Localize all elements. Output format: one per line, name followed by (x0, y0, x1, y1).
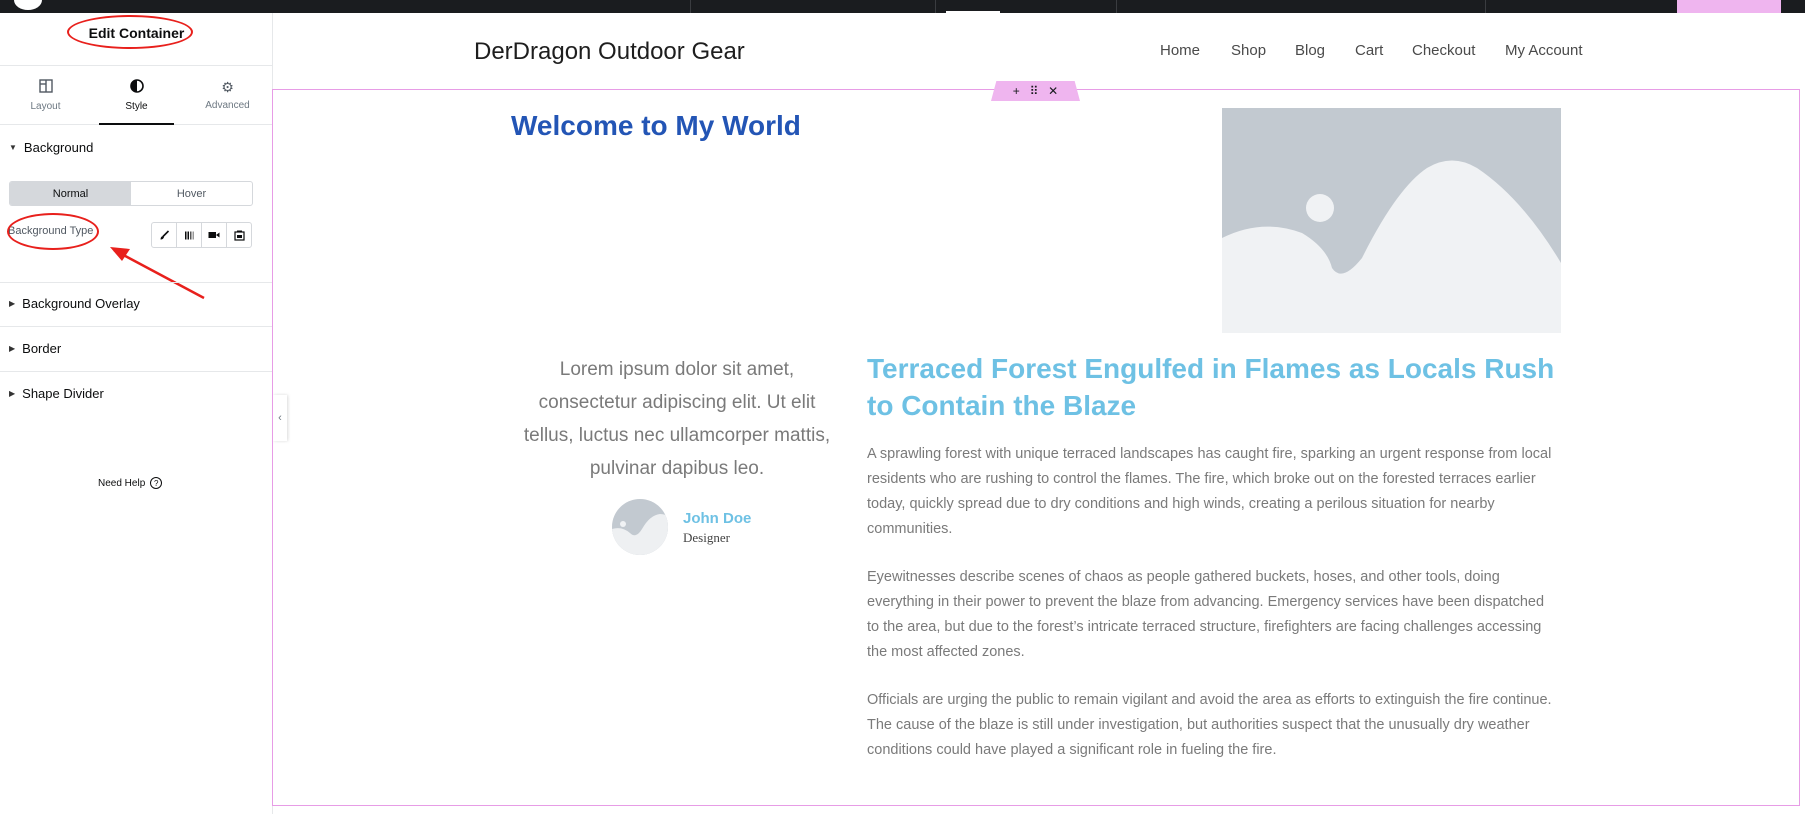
tab-layout[interactable]: Layout (0, 66, 91, 124)
publish-button[interactable] (1677, 0, 1781, 13)
image-placeholder-icon (1222, 108, 1561, 333)
hover-tab[interactable]: Hover (131, 182, 252, 205)
caret-right-icon: ▶ (9, 344, 16, 353)
caret-down-icon: ▼ (9, 143, 17, 152)
nav-cart[interactable]: Cart (1355, 42, 1383, 59)
need-help-link[interactable]: Need Help ? (98, 477, 163, 489)
section-label: Background Overlay (22, 296, 140, 311)
testimonial-name: John Doe (683, 510, 752, 527)
testimonial-role: Designer (683, 530, 730, 545)
divider (690, 0, 691, 13)
avatar-placeholder-icon (612, 499, 668, 555)
nav-checkout[interactable]: Checkout (1412, 42, 1475, 59)
divider (935, 0, 936, 13)
image-placeholder[interactable] (1222, 108, 1561, 333)
divider (1116, 0, 1117, 13)
active-top-tab-indicator (946, 11, 1000, 13)
editor-top-bar (0, 0, 1805, 13)
state-switch: Normal Hover (9, 181, 253, 206)
section-border[interactable]: ▶ Border (9, 341, 61, 356)
tab-layout-label: Layout (30, 100, 61, 112)
avatar (612, 499, 668, 555)
editor-panel: Edit Container Layout Style ⚙ Advanced ▼… (0, 13, 273, 814)
divider (0, 326, 272, 327)
section-background[interactable]: ▼ Background (9, 140, 93, 155)
nav-shop[interactable]: Shop (1231, 42, 1266, 59)
caret-right-icon: ▶ (9, 389, 16, 398)
layout-icon (38, 78, 53, 95)
elementor-logo-icon[interactable] (14, 0, 42, 10)
site-title[interactable]: DerDragon Outdoor Gear (474, 38, 745, 66)
tab-style[interactable]: Style (91, 66, 182, 125)
article-paragraph[interactable]: Eyewitnesses describe scenes of chaos as… (867, 565, 1557, 665)
annotation-circle (7, 213, 99, 250)
divider (1485, 0, 1486, 13)
section-label: Shape Divider (22, 386, 104, 401)
article-paragraph[interactable]: Officials are urging the public to remai… (867, 688, 1557, 763)
caret-right-icon: ▶ (9, 299, 16, 308)
container-handle[interactable]: + ⠿ ✕ (991, 81, 1080, 101)
section-background-overlay[interactable]: ▶ Background Overlay (9, 296, 140, 311)
annotation-circle (67, 15, 193, 49)
tab-advanced-label: Advanced (205, 99, 250, 111)
annotation-arrow-icon (110, 247, 205, 300)
article-paragraph[interactable]: A sprawling forest with unique terraced … (867, 442, 1557, 542)
question-icon: ? (150, 477, 163, 489)
tab-style-label: Style (125, 100, 148, 112)
gear-icon: ⚙ (221, 78, 234, 95)
nav-blog[interactable]: Blog (1295, 42, 1325, 59)
close-icon[interactable]: ✕ (1048, 84, 1058, 98)
slideshow-icon[interactable] (227, 223, 251, 247)
nav-my-account[interactable]: My Account (1505, 42, 1583, 59)
panel-tabs: Layout Style ⚙ Advanced (0, 65, 273, 125)
tab-advanced[interactable]: ⚙ Advanced (182, 66, 273, 124)
section-shape-divider[interactable]: ▶ Shape Divider (9, 386, 104, 401)
article-headline[interactable]: Terraced Forest Engulfed in Flames as Lo… (867, 350, 1567, 424)
normal-tab[interactable]: Normal (10, 182, 131, 205)
nav-home[interactable]: Home (1160, 42, 1200, 59)
divider (0, 371, 272, 372)
need-help-label: Need Help (98, 477, 146, 489)
testimonial-text[interactable]: Lorem ipsum dolor sit amet, consectetur … (512, 353, 842, 485)
add-icon[interactable]: + (1013, 84, 1020, 98)
welcome-heading[interactable]: Welcome to My World (511, 110, 801, 142)
section-label: Border (22, 341, 62, 356)
drag-handle-icon[interactable]: ⠿ (1030, 84, 1039, 98)
divider (0, 282, 272, 283)
section-label: Background (23, 140, 94, 155)
half-circle-icon (129, 78, 144, 95)
